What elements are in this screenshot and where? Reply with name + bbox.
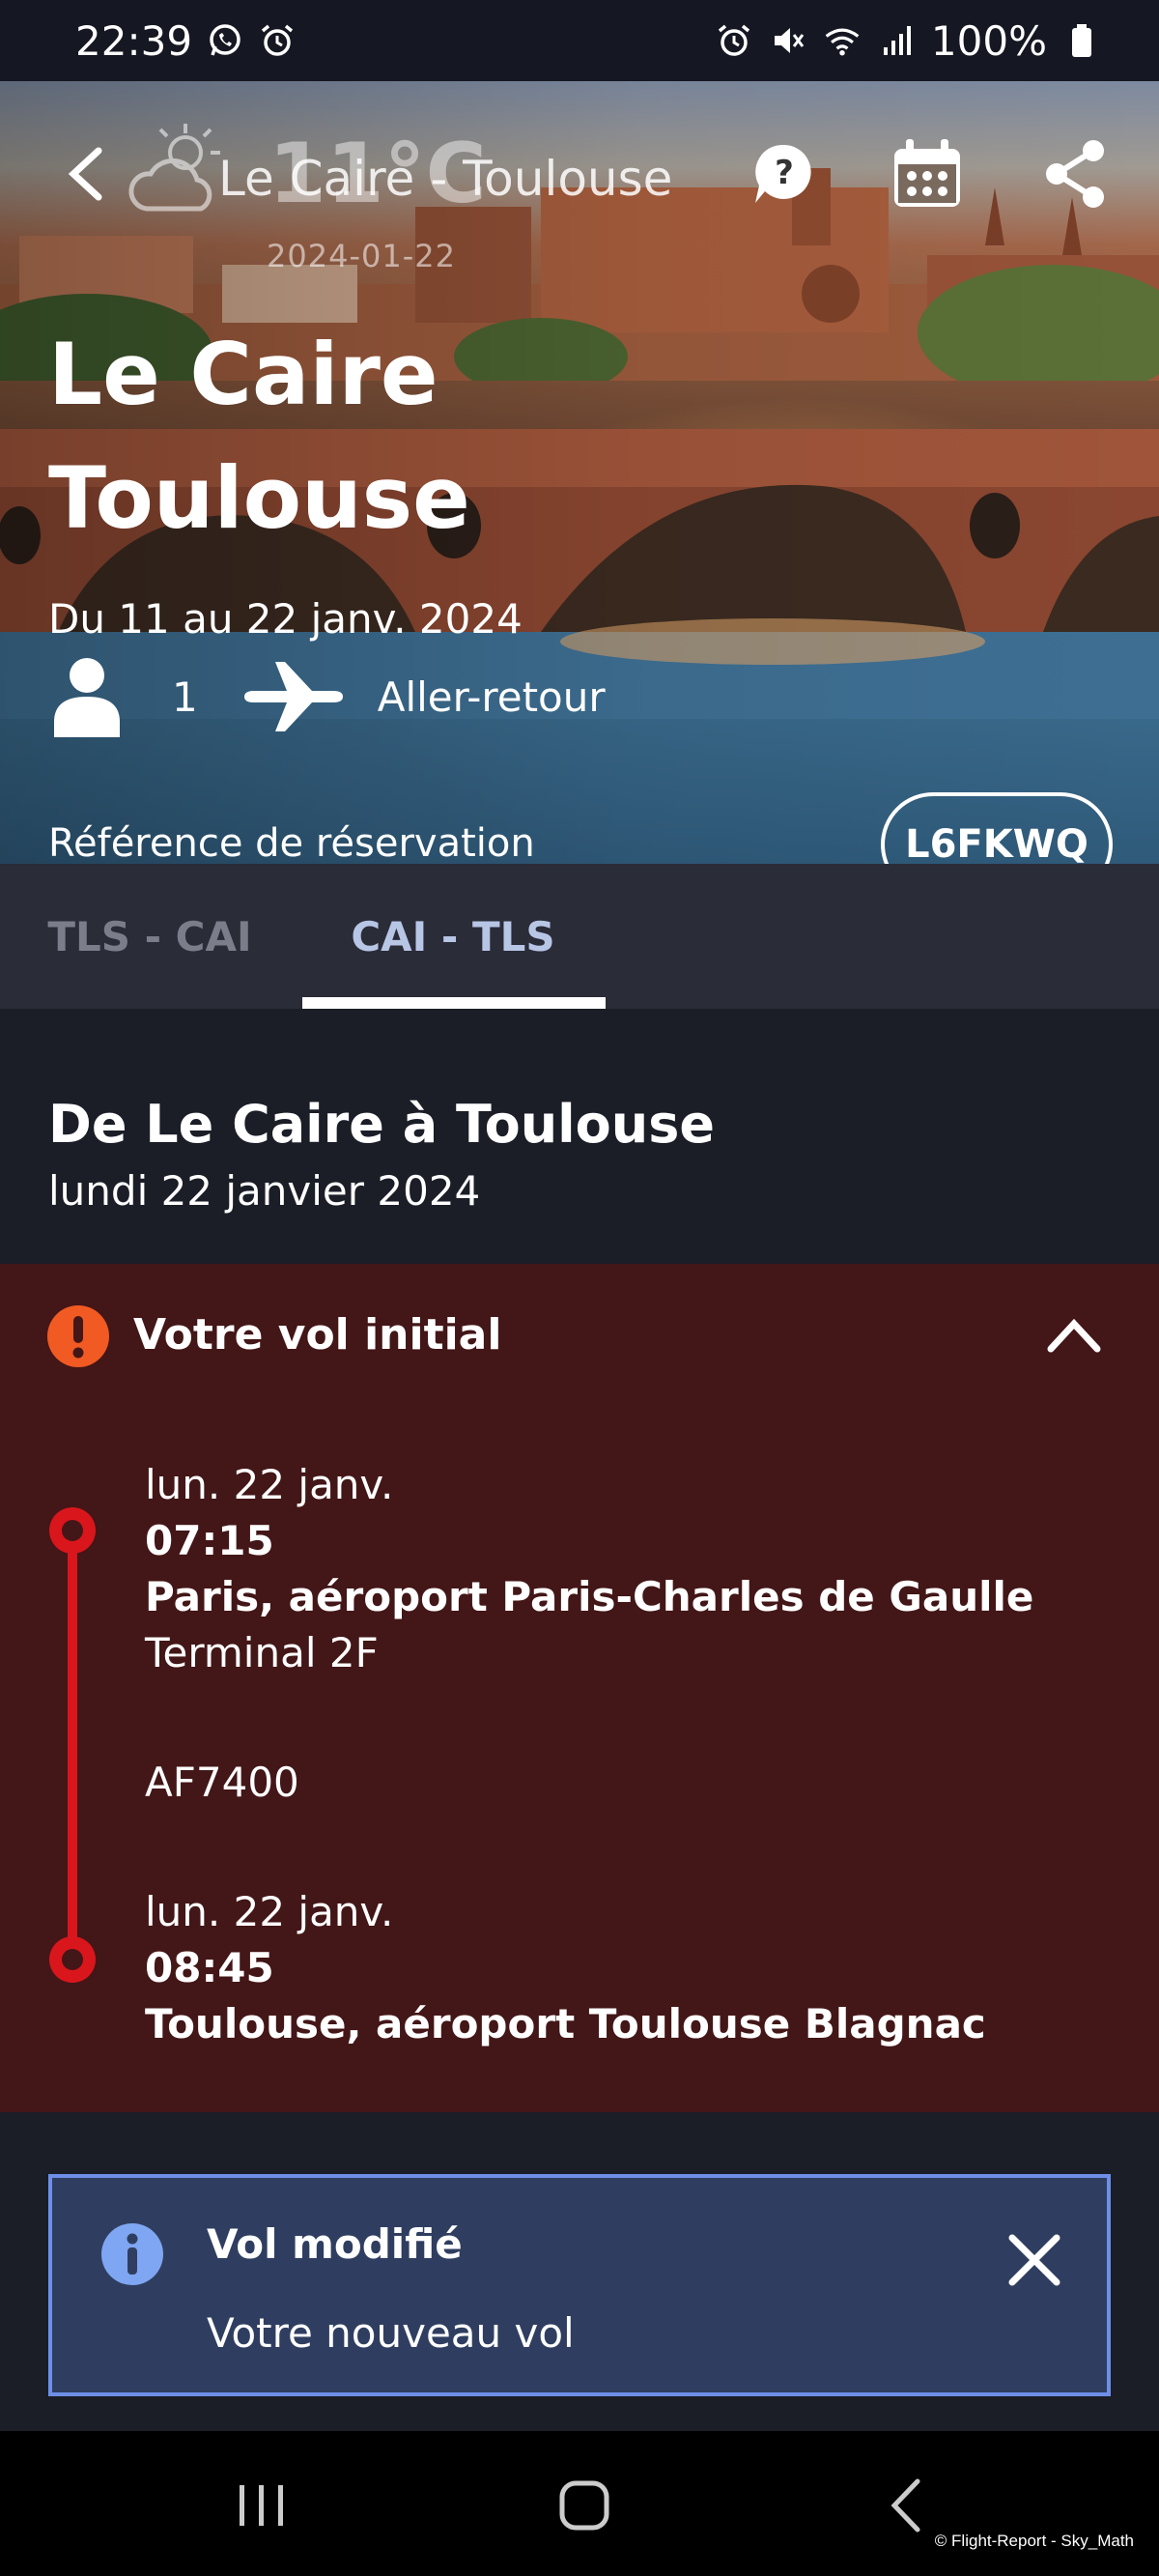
top-nav: 11°C Le Caire - Toulouse 2024-01-22 ? xyxy=(0,81,1159,274)
tab-tls-cai[interactable]: TLS - CAI xyxy=(0,864,299,1009)
original-flight-card: Votre vol initial lun. 22 janv. 07:15 Pa… xyxy=(0,1264,1159,2112)
watermark: © Flight-Report - Sky_Math xyxy=(934,2532,1134,2550)
departure-terminal: Terminal 2F xyxy=(145,1629,379,1676)
share-button[interactable] xyxy=(1039,137,1113,211)
departure-day: lun. 22 janv. xyxy=(145,1461,394,1508)
flight-timeline xyxy=(49,1507,96,1983)
journey-header: De Le Caire à Toulouse lundi 22 janvier … xyxy=(0,1009,1159,1264)
close-icon[interactable] xyxy=(1001,2226,1068,2294)
hero-destination: Toulouse xyxy=(48,448,470,548)
departure-time: 07:15 xyxy=(145,1517,274,1564)
journey-date: lundi 22 janvier 2024 xyxy=(48,1167,481,1215)
departure-airport: Paris, aéroport Paris-Charles de Gaulle xyxy=(145,1573,1034,1620)
alarm-icon xyxy=(258,21,297,60)
trip-summary: 1 Aller-retour xyxy=(48,653,606,740)
signal-icon xyxy=(877,21,916,60)
alert-icon xyxy=(47,1305,109,1367)
status-bar: 22:39 100% xyxy=(0,0,1159,81)
alarm-icon xyxy=(715,21,753,60)
wifi-icon xyxy=(823,21,862,60)
segment-tabs: TLS - CAI CAI - TLS xyxy=(0,864,1159,1009)
hero-banner: 11°C Le Caire - Toulouse 2024-01-22 ? Le… xyxy=(0,81,1159,864)
recents-button[interactable] xyxy=(228,2472,296,2539)
booking-reference-badge[interactable]: L6FKWQ xyxy=(881,792,1113,864)
status-right: 100% xyxy=(715,17,1101,65)
arrival-day: lun. 22 janv. xyxy=(145,1888,394,1935)
info-icon xyxy=(101,2223,163,2285)
route-title: Le Caire - Toulouse xyxy=(218,151,673,207)
home-button[interactable] xyxy=(551,2472,618,2539)
flight-number: AF7400 xyxy=(145,1759,299,1806)
airplane-icon xyxy=(243,662,343,731)
status-time: 22:39 xyxy=(75,16,193,65)
tab-cai-tls[interactable]: CAI - TLS xyxy=(301,864,605,1009)
chevron-up-icon[interactable] xyxy=(1045,1314,1103,1357)
nav-back-button[interactable] xyxy=(875,2472,943,2539)
arrival-airport: Toulouse, aéroport Toulouse Blagnac xyxy=(145,2000,986,2047)
mute-icon xyxy=(769,21,807,60)
flight-changed-notice: Vol modifié Votre nouveau vol xyxy=(48,2174,1111,2396)
person-icon xyxy=(54,658,120,737)
whatsapp-icon xyxy=(206,21,244,60)
trip-dates: Du 11 au 22 janv. 2024 xyxy=(48,595,523,643)
battery-level: 100% xyxy=(930,16,1047,65)
trip-type: Aller-retour xyxy=(377,673,606,721)
original-flight-title: Votre vol initial xyxy=(133,1310,502,1360)
active-tab-indicator xyxy=(302,997,606,1009)
booking-reference-label: Référence de réservation xyxy=(48,821,535,864)
system-nav-bar: © Flight-Report - Sky_Math xyxy=(0,2431,1159,2576)
hero-origin: Le Caire xyxy=(48,325,438,424)
notice-title: Vol modifié xyxy=(207,2220,463,2268)
weather-date: 2024-01-22 xyxy=(267,238,456,274)
status-left: 22:39 xyxy=(75,17,297,65)
partly-cloudy-icon xyxy=(128,124,220,212)
back-button[interactable] xyxy=(62,145,110,203)
journey-title: De Le Caire à Toulouse xyxy=(48,1094,715,1155)
svg-text:?: ? xyxy=(775,154,794,192)
arrival-time: 08:45 xyxy=(145,1944,274,1991)
help-button[interactable]: ? xyxy=(748,137,821,211)
calendar-button[interactable] xyxy=(890,137,964,211)
passenger-count: 1 xyxy=(172,673,198,721)
hero-title: Le Caire Toulouse xyxy=(48,313,821,560)
battery-icon xyxy=(1062,21,1101,60)
notice-text: Votre nouveau vol xyxy=(207,2309,575,2357)
